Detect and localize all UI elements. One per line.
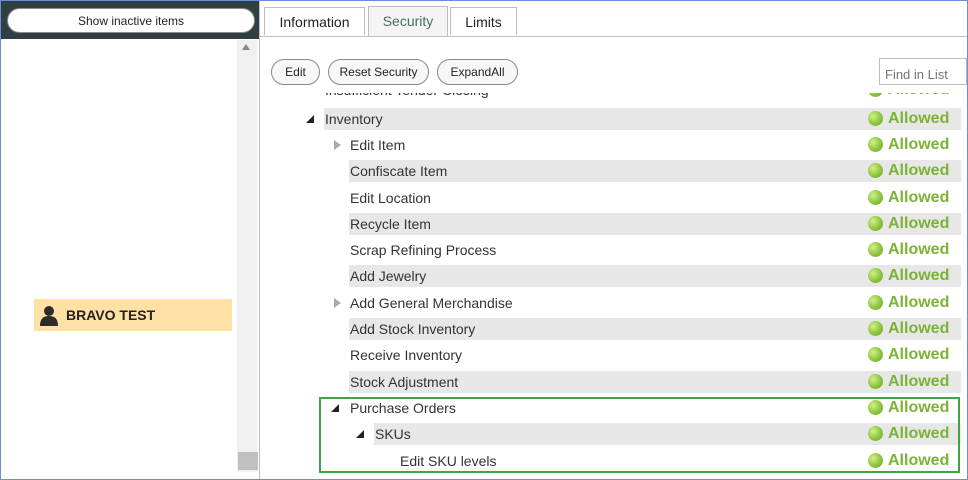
scrollbar-thumb[interactable] — [238, 452, 258, 470]
status-text: Allowed — [888, 215, 950, 232]
status-dot-icon — [868, 216, 883, 231]
reset-security-button[interactable]: Reset Security — [328, 59, 429, 85]
status-text: Allowed — [888, 267, 950, 284]
scroll-up-arrow-icon[interactable] — [242, 44, 250, 50]
status-dot-icon — [868, 242, 883, 257]
tree-row-label: Add Stock Inventory — [350, 321, 476, 337]
permission-status[interactable]: Allowed — [868, 292, 958, 314]
status-text: Allowed — [888, 320, 950, 337]
status-dot-icon — [868, 347, 883, 362]
permission-status[interactable]: Allowed — [868, 344, 958, 366]
tab-bar: Information Security Limits — [260, 1, 967, 37]
expand-arrow-icon[interactable] — [334, 298, 341, 308]
tree-row-label: Edit Location — [350, 190, 431, 206]
permission-status[interactable]: Allowed — [868, 187, 958, 209]
permission-status[interactable]: Allowed — [868, 108, 958, 130]
status-text: Allowed — [888, 93, 949, 101]
permission-status[interactable]: Allowed — [868, 93, 958, 101]
permission-status[interactable]: Allowed — [868, 318, 958, 340]
expand-arrow-icon[interactable] — [334, 140, 341, 150]
user-avatar-icon — [40, 306, 58, 326]
tree-row-label: Add General Merchandise — [350, 295, 513, 311]
tree-row[interactable]: Inventory Allowed — [306, 108, 961, 130]
tab-information[interactable]: Information — [264, 7, 365, 35]
permission-status[interactable]: Allowed — [868, 134, 958, 156]
tree-row-label: Recycle Item — [350, 216, 431, 232]
status-dot-icon — [868, 111, 883, 126]
status-text: Allowed — [888, 346, 950, 363]
tree-row-label: Scrap Refining Process — [350, 242, 497, 258]
status-text: Allowed — [888, 136, 950, 153]
status-text: Allowed — [888, 373, 950, 390]
tree-row-label: Inventory — [325, 111, 383, 127]
tree-row[interactable]: Confiscate Item Allowed — [349, 160, 961, 182]
expand-all-button[interactable]: ExpandAll — [437, 59, 518, 85]
tree-row[interactable]: Scrap Refining Process Allowed — [349, 239, 961, 261]
find-in-list-input[interactable] — [879, 58, 967, 85]
permission-status[interactable]: Allowed — [868, 265, 958, 287]
status-dot-icon — [868, 295, 883, 310]
tree-row[interactable]: Edit Location Allowed — [349, 187, 961, 209]
tree-row-label: Confiscate Item — [350, 163, 448, 179]
tree-row-label: Edit Item — [350, 137, 406, 153]
tree-row[interactable]: Recycle Item Allowed — [349, 213, 961, 235]
status-dot-icon — [868, 190, 883, 205]
status-dot-icon — [868, 374, 883, 389]
tab-limits[interactable]: Limits — [450, 7, 517, 35]
app-window: Show inactive items BRAVO TEST Informati… — [0, 0, 968, 480]
permission-status[interactable]: Allowed — [868, 160, 958, 182]
tree-row[interactable]: Stock Adjustment Allowed — [349, 371, 961, 393]
highlight-annotation-box — [319, 397, 960, 473]
tree-row-label: Insufficient Tender Closing — [325, 93, 489, 101]
status-dot-icon — [868, 268, 883, 283]
permission-status[interactable]: Allowed — [868, 213, 958, 235]
status-text: Allowed — [888, 241, 950, 258]
tree-row-label: Receive Inventory — [350, 347, 463, 363]
show-inactive-items-button[interactable]: Show inactive items — [7, 8, 255, 33]
status-dot-icon — [868, 137, 883, 152]
status-dot-icon — [868, 321, 883, 336]
user-list-panel: Show inactive items BRAVO TEST — [1, 1, 260, 479]
left-panel-header: Show inactive items — [1, 1, 259, 39]
user-list-scrollbar[interactable] — [237, 40, 258, 472]
status-dot-icon — [868, 93, 883, 97]
tree-row[interactable]: Insufficient Tender Closing Allowed — [324, 93, 961, 101]
tree-row[interactable]: Edit Item Allowed — [334, 134, 961, 156]
collapse-arrow-icon[interactable] — [306, 115, 314, 123]
user-list-item[interactable]: BRAVO TEST — [34, 299, 232, 331]
tree-row[interactable]: Add Jewelry Allowed — [349, 265, 961, 287]
edit-button[interactable]: Edit — [271, 59, 320, 85]
permission-status[interactable]: Allowed — [868, 239, 958, 261]
tree-row-label: Stock Adjustment — [350, 374, 459, 390]
status-text: Allowed — [888, 294, 950, 311]
status-text: Allowed — [888, 110, 950, 127]
status-dot-icon — [868, 163, 883, 178]
tab-security[interactable]: Security — [368, 6, 448, 36]
user-name-label: BRAVO TEST — [66, 307, 156, 323]
details-panel: Information Security Limits Edit Reset S… — [260, 1, 967, 479]
status-text: Allowed — [888, 162, 950, 179]
permission-status[interactable]: Allowed — [868, 371, 958, 393]
tree-row-label: Add Jewelry — [350, 268, 427, 284]
tree-row[interactable]: Add General Merchandise Allowed — [334, 292, 961, 314]
status-text: Allowed — [888, 189, 950, 206]
tree-row[interactable]: Receive Inventory Allowed — [349, 344, 961, 366]
tree-row[interactable]: Add Stock Inventory Allowed — [349, 318, 961, 340]
